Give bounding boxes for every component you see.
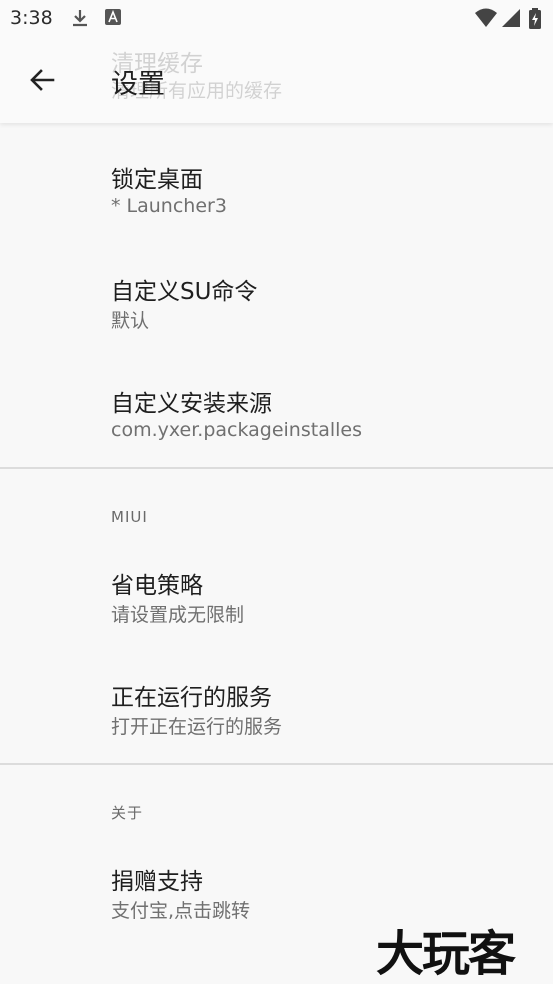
pref-custom-su-command[interactable]: 自定义SU命令 默认 bbox=[0, 242, 553, 352]
pref-title: 捐赠支持 bbox=[111, 869, 203, 895]
watermark-logo: 大玩客 bbox=[376, 926, 516, 982]
pref-lock-launcher[interactable]: 锁定桌面 * Launcher3 bbox=[0, 130, 553, 240]
cellular-signal-icon bbox=[501, 8, 521, 28]
pref-summary: * Launcher3 bbox=[111, 195, 227, 217]
back-button[interactable] bbox=[26, 64, 58, 96]
download-icon bbox=[70, 8, 90, 28]
wifi-icon bbox=[474, 8, 498, 28]
page-title: 设置 bbox=[111, 69, 165, 100]
pref-summary: 默认 bbox=[111, 310, 150, 332]
section-header-miui: MIUI bbox=[111, 508, 148, 526]
pref-title: 锁定桌面 bbox=[111, 167, 203, 193]
pref-title: 省电策略 bbox=[111, 573, 203, 599]
pref-power-saving[interactable]: 省电策略 请设置成无限制 bbox=[0, 536, 553, 648]
pref-title: 自定义SU命令 bbox=[111, 279, 258, 305]
section-divider bbox=[0, 467, 553, 469]
section-divider bbox=[0, 763, 553, 765]
pref-running-services[interactable]: 正在运行的服务 打开正在运行的服务 bbox=[0, 648, 553, 762]
status-bar: 3:38 bbox=[0, 0, 553, 36]
pref-summary: 请设置成无限制 bbox=[111, 604, 245, 626]
text-notification-icon bbox=[104, 8, 124, 28]
pref-summary: 支付宝,点击跳转 bbox=[111, 900, 251, 922]
status-time: 3:38 bbox=[10, 7, 53, 29]
pref-title: 自定义安装来源 bbox=[111, 391, 272, 417]
pref-summary: 打开正在运行的服务 bbox=[111, 716, 283, 738]
pref-title: 正在运行的服务 bbox=[111, 685, 272, 711]
arrow-left-icon bbox=[30, 69, 55, 91]
pref-summary: com.yxer.packageinstalles bbox=[111, 419, 362, 441]
pref-custom-install-source[interactable]: 自定义安装来源 com.yxer.packageinstalles bbox=[0, 354, 553, 466]
section-header-about: 关于 bbox=[111, 804, 144, 822]
battery-charging-icon bbox=[528, 8, 542, 29]
